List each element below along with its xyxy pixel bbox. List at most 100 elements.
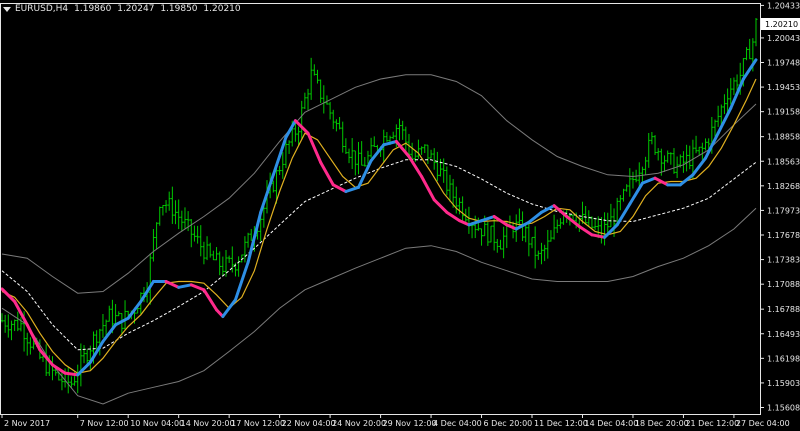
price-bar [309, 57, 313, 100]
x-tick-label: 22 Nov 04:00 [282, 419, 336, 428]
indicator-lines [0, 58, 758, 405]
price-bar [167, 191, 171, 211]
fast-ma-segment [344, 185, 360, 193]
price-bar [344, 138, 348, 155]
x-tick-label: 27 Dec 04:00 [736, 419, 790, 428]
price-bar [432, 148, 436, 170]
price-bar [319, 79, 323, 103]
fast-ma-segment [467, 219, 484, 227]
y-tick-label: 1.16198 [767, 354, 800, 363]
price-bar [9, 320, 13, 341]
price-bar [281, 152, 285, 179]
price-bar [631, 171, 635, 189]
time-axis: 2 Nov 2017 7 Nov 12:00 10 Nov 04:0014 Nov … [1, 414, 790, 428]
price-bar [729, 78, 733, 105]
price-bar [164, 200, 168, 213]
price-bar [593, 217, 597, 230]
price-bar [189, 219, 193, 248]
price-bar [303, 92, 307, 110]
fast-ma-segment [331, 183, 348, 193]
price-bar [50, 356, 54, 381]
price-bar [183, 207, 187, 230]
y-tick-label: 1.17678 [767, 231, 800, 240]
x-tick-label: 24 Nov 20:00 [332, 419, 386, 428]
fast-ma-segment [527, 210, 543, 224]
price-bar [3, 314, 7, 333]
price-bar [101, 314, 105, 338]
fast-ma-segment [432, 198, 449, 214]
price-bar [177, 199, 181, 230]
price-bar [174, 200, 178, 225]
plot-frame [0, 3, 761, 415]
price-chart[interactable]: 1.20433 1.20043 1.19748 1.19453 1.19158 1.188… [0, 0, 800, 431]
price-bar [609, 203, 613, 228]
fast-ma-segment [505, 223, 518, 231]
fast-ma-segment [382, 140, 398, 147]
y-tick-label: 1.16788 [767, 305, 800, 314]
price-bar [353, 150, 357, 176]
x-tick-label: 29 Nov 12:00 [383, 419, 437, 428]
price-bar [530, 236, 534, 249]
price-bar [360, 141, 364, 166]
price-bar [621, 188, 625, 202]
price-bar [536, 250, 540, 260]
price-bar [467, 206, 471, 234]
fast-ma-segment [640, 176, 657, 185]
price-bar [461, 196, 465, 221]
x-tick-label: 21 Dec 12:00 [685, 419, 739, 428]
price-bar [334, 119, 338, 132]
price-bar [325, 95, 329, 105]
x-tick-label: 7 Nov 12:00 [80, 419, 129, 428]
y-tick-label: 1.15903 [767, 379, 800, 388]
price-axis: 1.20433 1.20043 1.19748 1.19453 1.19158 1.188… [760, 1, 800, 413]
y-tick-label: 1.19158 [767, 108, 800, 117]
price-bar [647, 133, 651, 168]
price-bar [700, 142, 704, 160]
price-bar [180, 210, 184, 232]
price-bar [322, 85, 326, 114]
price-bar [603, 212, 607, 246]
price-bar [66, 366, 70, 394]
price-bar [511, 221, 515, 239]
price-bar [533, 226, 537, 269]
price-bar [350, 138, 354, 170]
price-bar [196, 225, 200, 244]
price-bars [0, 18, 758, 394]
price-bar [82, 345, 86, 364]
price-bar [754, 18, 758, 47]
price-bar [192, 225, 196, 242]
y-tick-label: 1.19748 [767, 59, 800, 68]
current-price-label: 1.20210 [765, 20, 798, 29]
price-bar [546, 229, 550, 259]
x-tick-label: 18 Dec 20:00 [635, 419, 689, 428]
fast-ma-segment [628, 181, 644, 206]
price-bar [722, 94, 726, 115]
x-tick-label: 4 Dec 04:00 [433, 419, 482, 428]
price-bar [663, 155, 667, 172]
chart-window[interactable]: EURUSD,H4 1.19860 1.20247 1.19850 1.2021… [0, 0, 800, 431]
price-bar [161, 205, 165, 216]
price-bar [363, 157, 367, 167]
price-bar [218, 251, 222, 276]
price-bar [338, 117, 342, 130]
price-bar [60, 370, 64, 391]
price-bar [476, 217, 480, 231]
y-tick-label: 1.17973 [767, 206, 800, 215]
price-bar [306, 88, 310, 111]
price-bar [539, 242, 543, 265]
x-tick-label: 10 Nov 04:00 [130, 419, 184, 428]
price-bar [625, 184, 629, 192]
price-bar [401, 120, 405, 140]
price-bar [151, 228, 155, 262]
price-bar [656, 148, 660, 161]
price-bar [148, 253, 152, 305]
price-bar [716, 105, 720, 127]
price-bar [347, 148, 351, 164]
price-bar [404, 126, 408, 153]
price-bar [341, 121, 345, 153]
price-bar [315, 69, 319, 84]
price-bar [211, 250, 215, 261]
price-bar [398, 118, 402, 141]
price-bar [312, 64, 316, 76]
price-bar [420, 146, 424, 155]
